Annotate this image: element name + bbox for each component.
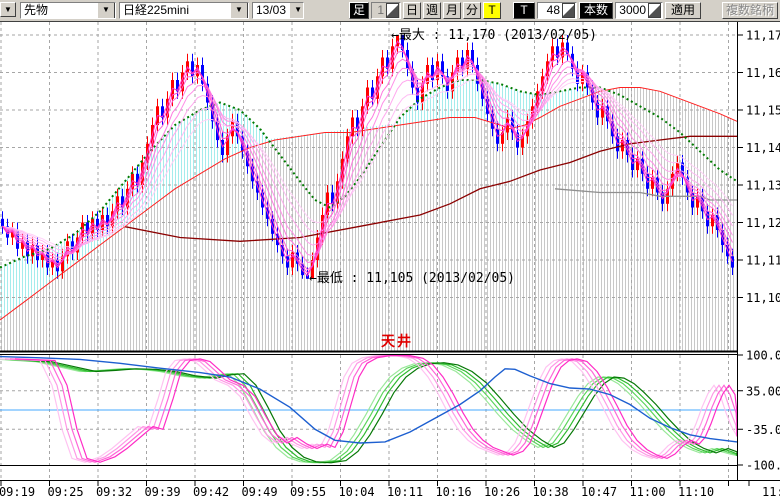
period-minute-button[interactable]: 分 (463, 2, 481, 19)
bar-count-stepper[interactable]: 3000 (615, 2, 663, 19)
instrument-type-select[interactable]: 先物 ▼ (20, 2, 116, 19)
left-dropdown-stub-icon[interactable]: ▼ (0, 2, 16, 17)
svg-text:09:55: 09:55 (290, 485, 326, 499)
svg-text:11,150: 11,150 (746, 104, 780, 118)
svg-text:10:38: 10:38 (532, 485, 568, 499)
spinner-icon[interactable] (386, 3, 399, 18)
instrument-select[interactable]: 日経225mini ▼ (119, 2, 249, 19)
svg-text:09:42: 09:42 (193, 485, 229, 499)
toolbar: ▼ 先物 ▼ 日経225mini ▼ 13/03 ▼ 足 1 日 週 月 分 T… (0, 0, 780, 22)
bar-interval-value: 1 (372, 3, 386, 18)
contract-month-select[interactable]: 13/03 ▼ (252, 2, 304, 19)
min-annotation: ←最低 : 11,105 (2013/02/05) (309, 271, 515, 286)
t-param-label: T (513, 2, 535, 19)
svg-text:-100.00: -100.00 (746, 459, 780, 473)
svg-text:10:04: 10:04 (338, 485, 374, 499)
svg-text:09:49: 09:49 (241, 485, 277, 499)
svg-text:11,100: 11,100 (746, 291, 780, 305)
svg-text:11,120: 11,120 (746, 216, 780, 230)
svg-text:09:39: 09:39 (144, 485, 180, 499)
svg-text:11,130: 11,130 (746, 179, 780, 193)
svg-text:10:11: 10:11 (387, 485, 423, 499)
svg-text:35.00: 35.00 (746, 384, 780, 398)
chevron-down-icon[interactable]: ▼ (230, 2, 248, 19)
instrument-value: 日経225mini (120, 3, 230, 18)
svg-text:11,110: 11,110 (746, 254, 780, 268)
chevron-down-icon[interactable]: ▼ (97, 2, 115, 19)
spinner-icon[interactable] (648, 3, 661, 18)
apply-button[interactable]: 適用 (665, 2, 701, 19)
ceiling-annotation: 天井 (381, 333, 413, 350)
bar-count-value: 3000 (616, 3, 648, 18)
chart-area[interactable]: 11,170 11,160 11,150 11,140 11,130 11,120 11,1… (0, 0, 780, 501)
svg-text:10:16: 10:16 (435, 485, 471, 499)
bar-type-label: 足 (349, 2, 369, 19)
period-day-button[interactable]: 日 (403, 2, 421, 19)
instrument-type-value: 先物 (21, 3, 97, 18)
spinner-icon[interactable] (562, 3, 575, 18)
svg-text:11,160: 11,160 (746, 66, 780, 80)
svg-text:11:2: 11:2 (762, 485, 780, 499)
svg-text:11:00: 11:00 (629, 485, 665, 499)
bar-count-label: 本数 (579, 2, 613, 19)
max-annotation: ←最大 : 11,170 (2013/02/05) (391, 28, 597, 43)
tick-mode-button[interactable]: T (483, 2, 501, 19)
svg-text:100.00: 100.00 (746, 349, 780, 363)
bar-interval-stepper[interactable]: 1 (371, 2, 401, 19)
chevron-down-icon[interactable]: ▼ (289, 2, 304, 19)
svg-text:-35.00: -35.00 (746, 423, 780, 437)
svg-text:09:19: 09:19 (0, 485, 35, 499)
period-week-button[interactable]: 週 (423, 2, 441, 19)
svg-text:10:26: 10:26 (484, 485, 520, 499)
multi-symbol-button[interactable]: 複数銘柄 (722, 2, 778, 19)
contract-month-value: 13/03 (253, 3, 289, 18)
chart-window: ▼ 先物 ▼ 日経225mini ▼ 13/03 ▼ 足 1 日 週 月 分 T… (0, 0, 780, 501)
t-param-value: 48 (538, 3, 562, 18)
svg-text:10:47: 10:47 (581, 485, 617, 499)
svg-text:11:10: 11:10 (678, 485, 714, 499)
svg-text:09:32: 09:32 (96, 485, 132, 499)
t-param-stepper[interactable]: 48 (537, 2, 577, 19)
svg-text:11,140: 11,140 (746, 141, 780, 155)
period-month-button[interactable]: 月 (443, 2, 461, 19)
svg-text:11,170: 11,170 (746, 29, 780, 43)
svg-text:09:25: 09:25 (47, 485, 83, 499)
